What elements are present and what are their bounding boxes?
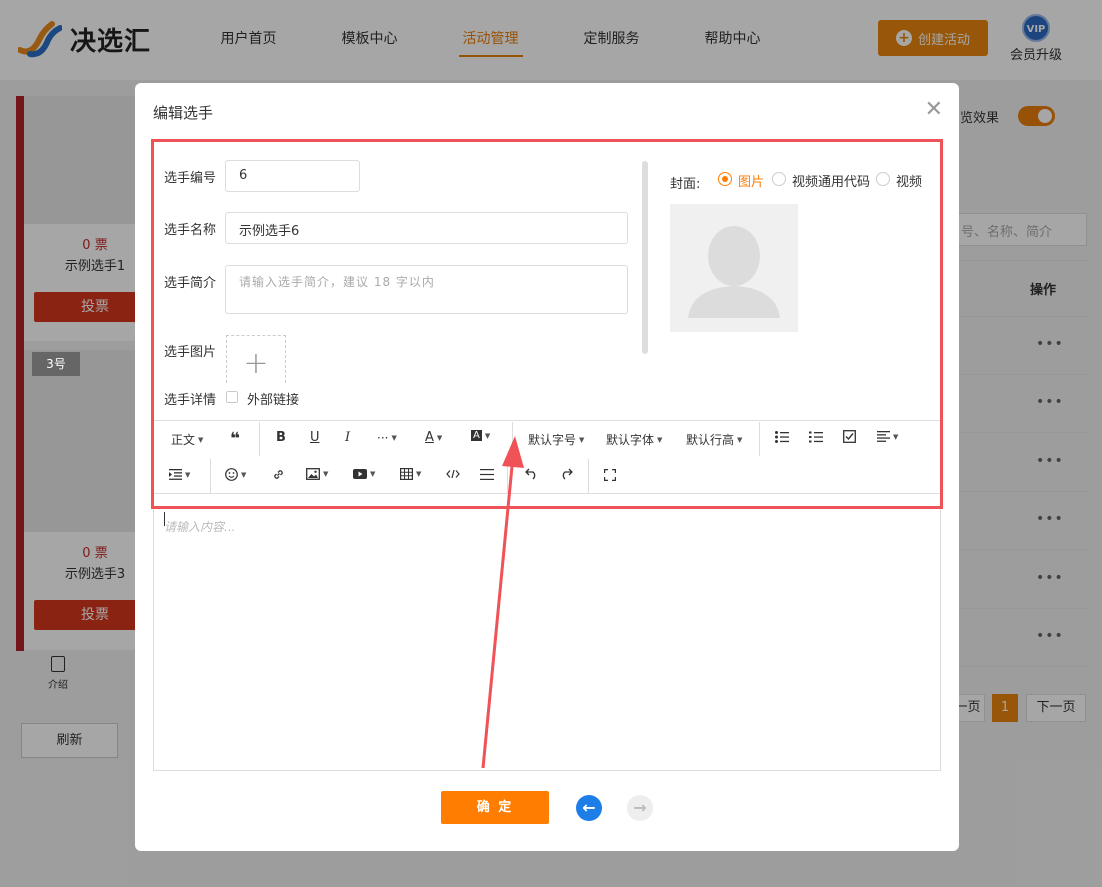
paragraph-label: 正文 [171,433,196,447]
link-icon[interactable] [272,468,285,481]
rich-text-editor[interactable]: 请输入内容... [153,493,941,771]
toolbar-separator [210,459,211,493]
image-upload-button[interactable]: + [226,335,286,383]
numbered-list-icon[interactable] [809,431,823,443]
toolbar-separator [588,459,589,493]
editor-placeholder: 请输入内容... [164,520,236,534]
cover-option-video: 视频 [896,175,923,190]
cover-radio-image[interactable] [718,172,732,186]
divider-icon[interactable] [480,469,494,480]
toolbar-separator [759,422,760,456]
cover-image[interactable] [670,204,798,332]
code-icon[interactable] [446,469,460,479]
cover-label: 封面: [670,177,701,192]
image-dropdown[interactable]: ▼ [306,468,328,480]
font-color-dropdown[interactable]: A ▼ [425,430,442,445]
chevron-down-icon: ▼ [893,432,899,441]
code-glyph [446,469,460,479]
more-format-dropdown: ··· ▼ [377,431,397,445]
bullet-list-glyph [775,431,789,443]
chevron-down-icon: ▼ [323,470,329,478]
fullscreen-icon[interactable] [604,469,616,481]
line-height-dropdown[interactable]: 默认行高 ▼ [686,431,742,448]
chevron-down-icon: ▼ [370,470,376,478]
indent-icon [169,469,182,480]
intro-label: 选手简介 [164,276,217,291]
chevron-down-icon: ▼ [198,435,204,444]
scrollbar[interactable] [642,161,648,354]
toolbar-separator [512,422,513,456]
cover-radio-video-code[interactable] [772,172,786,186]
cover-option-video-code: 视频通用代码 [792,175,871,190]
font-family-label: 默认字体 [606,433,655,447]
bold-icon[interactable]: B [276,430,286,445]
font-size-dropdown[interactable]: 默认字号 ▼ [528,431,584,448]
image-label: 选手图片 [164,345,217,360]
italic-icon[interactable]: I [345,430,350,445]
chevron-down-icon: ▼ [416,470,422,478]
chevron-down-icon: ▼ [436,433,443,442]
video-dropdown[interactable]: ▼ [353,469,375,479]
chevron-down-icon: ▼ [185,470,191,479]
plus-icon: + [243,346,269,381]
font-color-icon: A [425,430,434,445]
video-icon [353,469,367,479]
cover-radio-video[interactable] [876,172,890,186]
toolbar-separator [259,422,260,456]
underline-icon[interactable]: U [310,430,320,445]
todo-glyph [843,430,856,443]
chevron-down-icon: ▼ [737,435,743,444]
bullet-list-icon[interactable] [775,431,789,443]
arrow-left-icon[interactable]: ← [576,795,602,821]
intro-textarea[interactable]: 请输入选手简介，建议 18 字以内 [225,265,628,314]
close-icon[interactable]: ✕ [925,97,943,122]
align-left-icon [877,431,890,442]
external-link-checkbox[interactable] [226,391,238,403]
numbered-list-glyph [809,431,823,443]
image-icon [306,468,320,480]
font-size-label: 默认字号 [528,433,577,447]
toolbar-top-border [153,420,941,421]
chevron-down-icon: ▼ [484,431,491,440]
confirm-button[interactable]: 确 定 [441,791,549,824]
cover-option-image: 图片 [738,175,765,190]
redo-glyph [562,468,573,480]
horizontal-rule-glyph [480,469,494,480]
link-glyph [274,470,283,479]
detail-label: 选手详情 [164,393,217,408]
arrow-right-icon[interactable]: → [627,795,653,821]
number-badge: 3号 [32,352,80,376]
chevron-down-icon: ▼ [579,435,585,444]
undo-icon[interactable] [525,468,539,480]
name-input[interactable]: 示例选手6 [225,212,628,244]
font-family-dropdown[interactable]: 默认字体 ▼ [606,431,662,448]
bg-color-icon: A [471,430,482,441]
redo-icon[interactable] [559,468,573,480]
edit-contestant-modal: 编辑选手 ✕ 选手编号 6 选手名称 示例选手6 选手简介 请输入选手简介，建议… [135,83,959,851]
number-label: 选手编号 [164,171,217,186]
chevron-down-icon: ▼ [657,435,663,444]
number-input[interactable]: 6 [225,160,360,192]
indent-dropdown[interactable]: ▼ [169,469,190,480]
paragraph-dropdown[interactable]: 正文 ▼ [171,431,203,448]
bg-color-dropdown[interactable]: A ▼ [471,430,490,441]
more-icon: ··· [377,431,389,445]
table-dropdown[interactable]: ▼ [400,468,421,480]
align-dropdown[interactable]: ▼ [877,431,898,442]
chevron-down-icon: ▼ [391,434,397,442]
emoji-icon [225,468,238,481]
name-label: 选手名称 [164,223,217,238]
external-link-label: 外部链接 [247,393,300,408]
todo-checkbox-icon[interactable] [843,430,856,443]
chevron-down-icon: ▼ [241,470,247,479]
avatar-placeholder-icon [688,226,780,318]
emoji-dropdown[interactable]: ▼ [225,468,246,481]
modal-title: 编辑选手 [153,104,214,122]
undo-glyph [525,468,536,480]
fullscreen-glyph [604,469,616,481]
table-icon [400,468,413,480]
line-height-label: 默认行高 [686,433,735,447]
toolbar-separator [507,459,508,493]
quote-icon[interactable]: ❝ [230,429,240,449]
